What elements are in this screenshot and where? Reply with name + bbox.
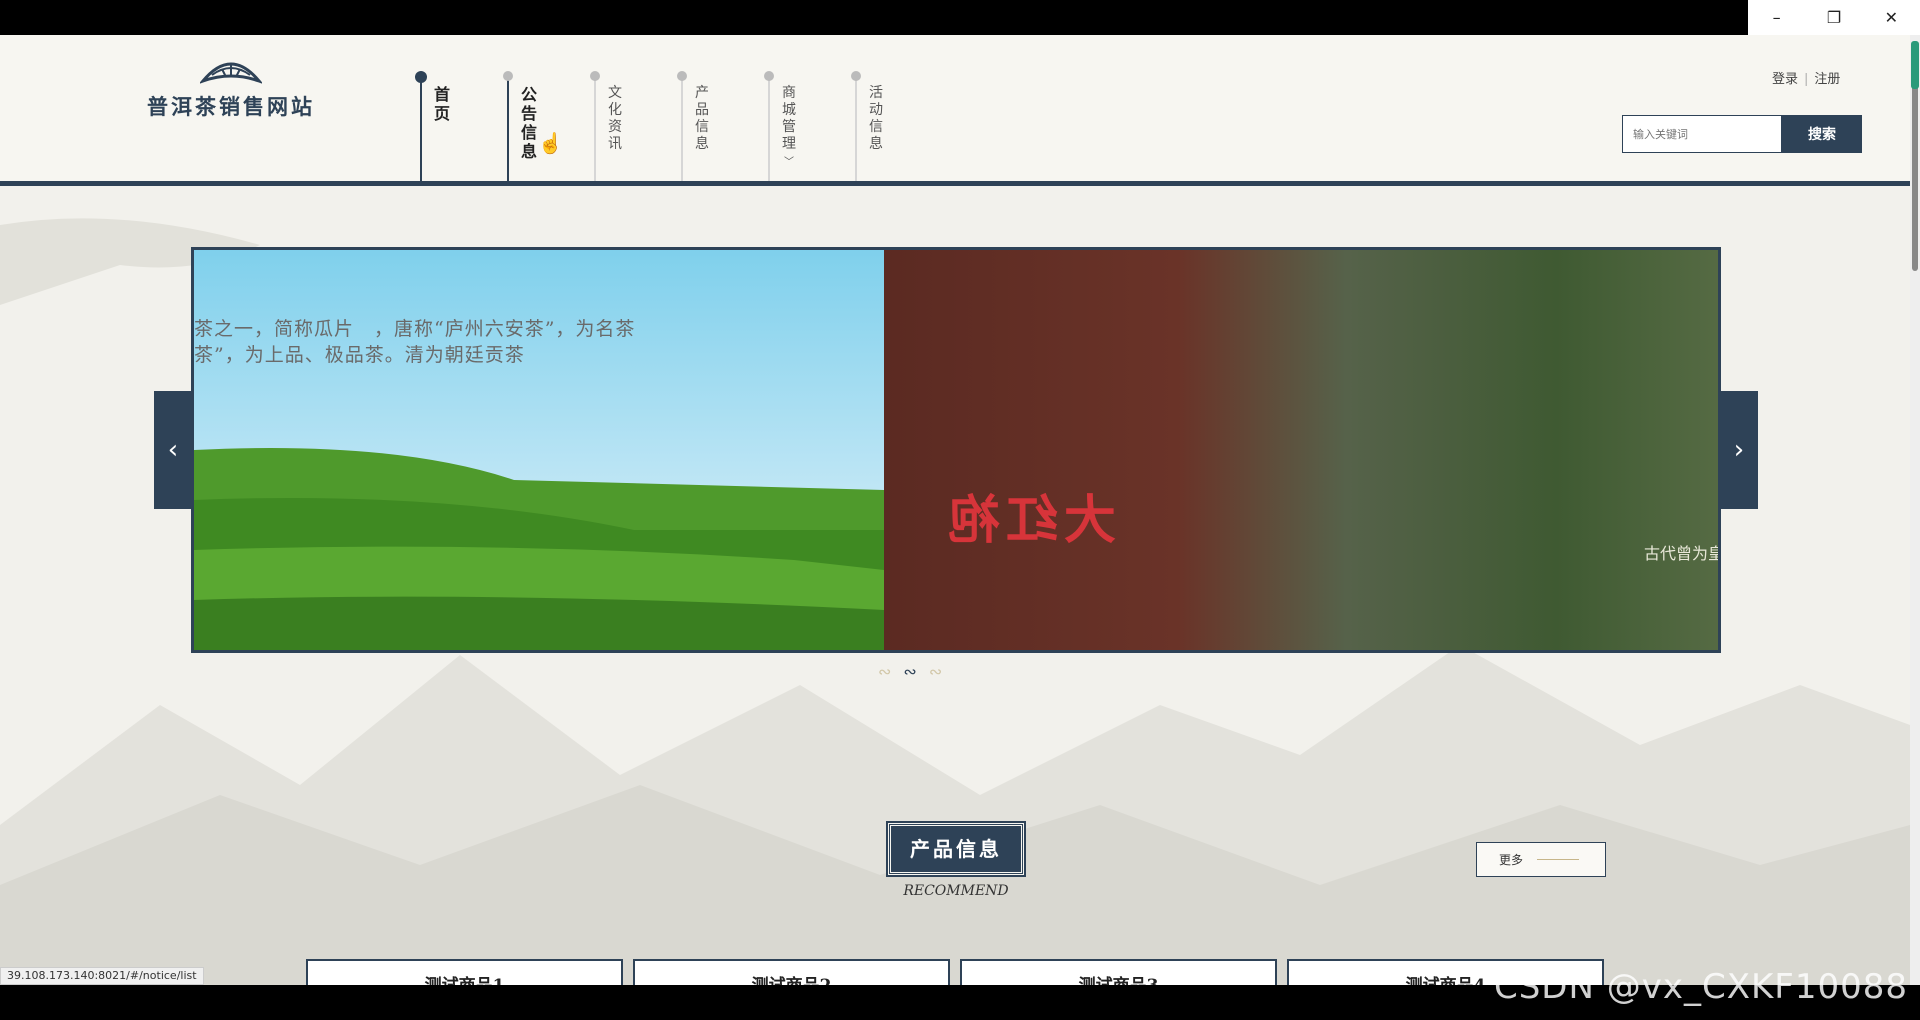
dahongpao-rock-slide: 大红袍 古代曾为皇 [884,250,1721,650]
window-controls: – ❐ ✕ [1748,0,1920,35]
nav-label: 活动信息 [869,85,883,152]
nav-dot [764,71,774,81]
nav-divider [768,75,770,181]
header-rule [0,181,1910,186]
nav-divider [507,75,509,181]
nav-divider [855,75,857,181]
nav-dot [590,71,600,81]
product-card[interactable]: 测试商品2 [633,959,950,985]
nav-divider [420,75,422,181]
nav-divider [594,75,596,181]
nav-item-home[interactable]: 首页 [415,71,507,181]
nav-label: 公告信息 [521,85,538,161]
close-button[interactable]: ✕ [1863,0,1920,35]
browser-titlebar: – ❐ ✕ [0,0,1920,35]
auth-links: 登录 | 注册 [1772,68,1840,87]
nav-dot [415,71,427,83]
section-title: 产品信息 [886,821,1026,877]
product-name: 测试商品2 [635,961,948,985]
search-box: 搜索 [1622,115,1862,153]
scrollbar-indicator [1911,41,1919,89]
product-card[interactable]: 测试商品1 [306,959,623,985]
more-button[interactable]: 更多 [1476,842,1606,877]
nav-label: 产品信息 [695,85,709,152]
nav-dot [851,71,861,81]
status-url: 39.108.173.140:8021/#/notice/list [0,967,204,985]
carousel-dot-cloud-icon[interactable]: ∾ [903,662,916,681]
nav-label: 文化资讯 [608,85,622,152]
search-button[interactable]: 搜索 [1782,115,1862,153]
register-link[interactable]: 注册 [1814,72,1840,87]
search-input[interactable] [1622,115,1782,153]
page-scrollbar[interactable] [1910,35,1920,985]
arrow-line-icon [1537,859,1580,860]
nav-item-events[interactable]: 活动信息 [851,71,942,181]
auth-separator: | [1804,72,1809,87]
carousel-dot-cloud-icon[interactable]: ∾ [878,662,891,681]
restore-button[interactable]: ❐ [1805,0,1862,35]
tea-terrace-image [194,448,884,650]
nav-label: 首页 [434,85,451,123]
product-card[interactable]: 测试商品3 [960,959,1277,985]
product-name: 测试商品1 [308,961,621,985]
tea-fan-logo-icon [200,62,262,84]
nav-item-products[interactable]: 产品信息 [677,71,768,181]
banner-carousel[interactable]: 茶之一，简称瓜片 ，唐称“庐州六安茶”，为名茶 茶”，为上品、极品茶。清为朝廷贡… [191,247,1721,653]
nav-item-culture[interactable]: 文化资讯 [590,71,681,181]
nav-item-mall[interactable]: 商城管理 ﹀ [764,71,855,181]
hand-cursor-icon: ☝ [538,131,563,155]
site-name: 普洱茶销售网站 [147,94,315,119]
section-subtitle: RECOMMEND [903,883,1009,899]
carousel-dot-cloud-icon[interactable]: ∾ [929,662,942,681]
nav-dot [677,71,687,81]
minimize-button[interactable]: – [1748,0,1805,35]
site-logo[interactable]: 普洱茶销售网站 [146,55,316,121]
tea-terrace-slide: 茶之一，简称瓜片 ，唐称“庐州六安茶”，为名茶 茶”，为上品、极品茶。清为朝廷贡… [194,250,884,650]
product-name: 测试商品3 [962,961,1275,985]
carousel-indicators: ∾ ∾ ∾ [878,662,942,681]
rock-inscription: 大红袍 [942,490,1117,551]
chevron-down-icon: ﹀ [784,157,794,168]
more-label: 更多 [1499,853,1524,867]
nav-dot [503,71,513,81]
product-list: 测试商品1 测试商品2 测试商品3 测试商品4 [306,959,1604,985]
slide-caption-right: 古代曾为皇 [1643,544,1721,563]
watermark-text: CSDN @vx_CXKF10088 [1493,967,1908,1007]
nav-item-notices[interactable]: 公告信息 [503,71,594,181]
nav-divider [681,75,683,181]
nav-label: 商城管理 [782,85,796,152]
carousel-prev-button[interactable]: ‹ [154,391,192,509]
site-header: 普洱茶销售网站 首页 公告信息 文化资讯 产品信息 商城管理 ﹀ 活动信息 ☝ … [0,35,1910,186]
login-link[interactable]: 登录 [1772,72,1798,87]
page-viewport: 普洱茶销售网站 首页 公告信息 文化资讯 产品信息 商城管理 ﹀ 活动信息 ☝ … [0,35,1910,985]
carousel-next-button[interactable]: › [1720,391,1758,509]
